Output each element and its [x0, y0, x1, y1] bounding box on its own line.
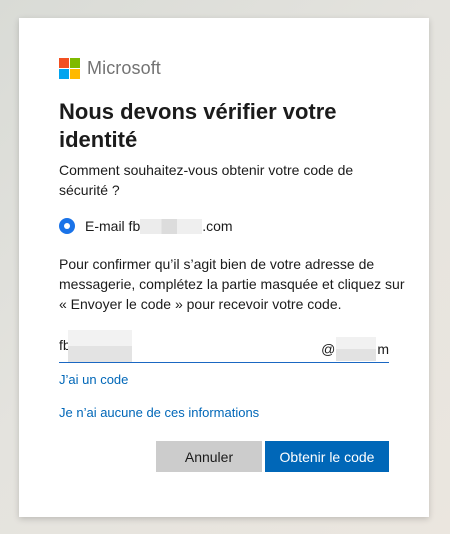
- logo-square-yellow: [70, 69, 80, 79]
- email-option-prefix: E-mail fb: [85, 218, 141, 234]
- get-code-button[interactable]: Obtenir le code: [265, 441, 389, 472]
- brand-header: Microsoft: [59, 58, 161, 79]
- instructions-text: Pour confirmer qu’il s’agit bien de votr…: [59, 256, 405, 312]
- email-confirm-input[interactable]: fb @ m: [59, 328, 389, 363]
- email-option[interactable]: E-mail fb .com: [59, 218, 233, 234]
- logo-square-red: [59, 58, 69, 68]
- logo-square-blue: [59, 69, 69, 79]
- email-option-label: E-mail fb .com: [85, 218, 233, 234]
- email-option-suffix: .com: [202, 218, 233, 234]
- verification-dialog: Microsoft Nous devons vérifier votre ide…: [19, 18, 429, 517]
- page-title: Nous devons vérifier votre identité: [59, 99, 337, 152]
- have-code-link[interactable]: J’ai un code: [59, 372, 128, 387]
- radio-selected-icon[interactable]: [59, 218, 75, 234]
- brand-name: Microsoft: [87, 58, 161, 78]
- email-input-at: @: [321, 341, 336, 357]
- no-info-link[interactable]: Je n’ai aucune de ces informations: [59, 405, 259, 420]
- masked-email-part: [140, 219, 203, 234]
- masked-domain: [336, 337, 377, 361]
- email-input-suffix-end: m: [377, 341, 389, 357]
- microsoft-logo-icon: [59, 58, 80, 79]
- cancel-button[interactable]: Annuler: [156, 441, 262, 472]
- delivery-question: Comment souhaitez-vous obtenir votre cod…: [59, 162, 354, 198]
- masked-input-value: [68, 330, 132, 362]
- logo-square-green: [70, 58, 80, 68]
- email-input-suffix: @ m: [321, 337, 389, 361]
